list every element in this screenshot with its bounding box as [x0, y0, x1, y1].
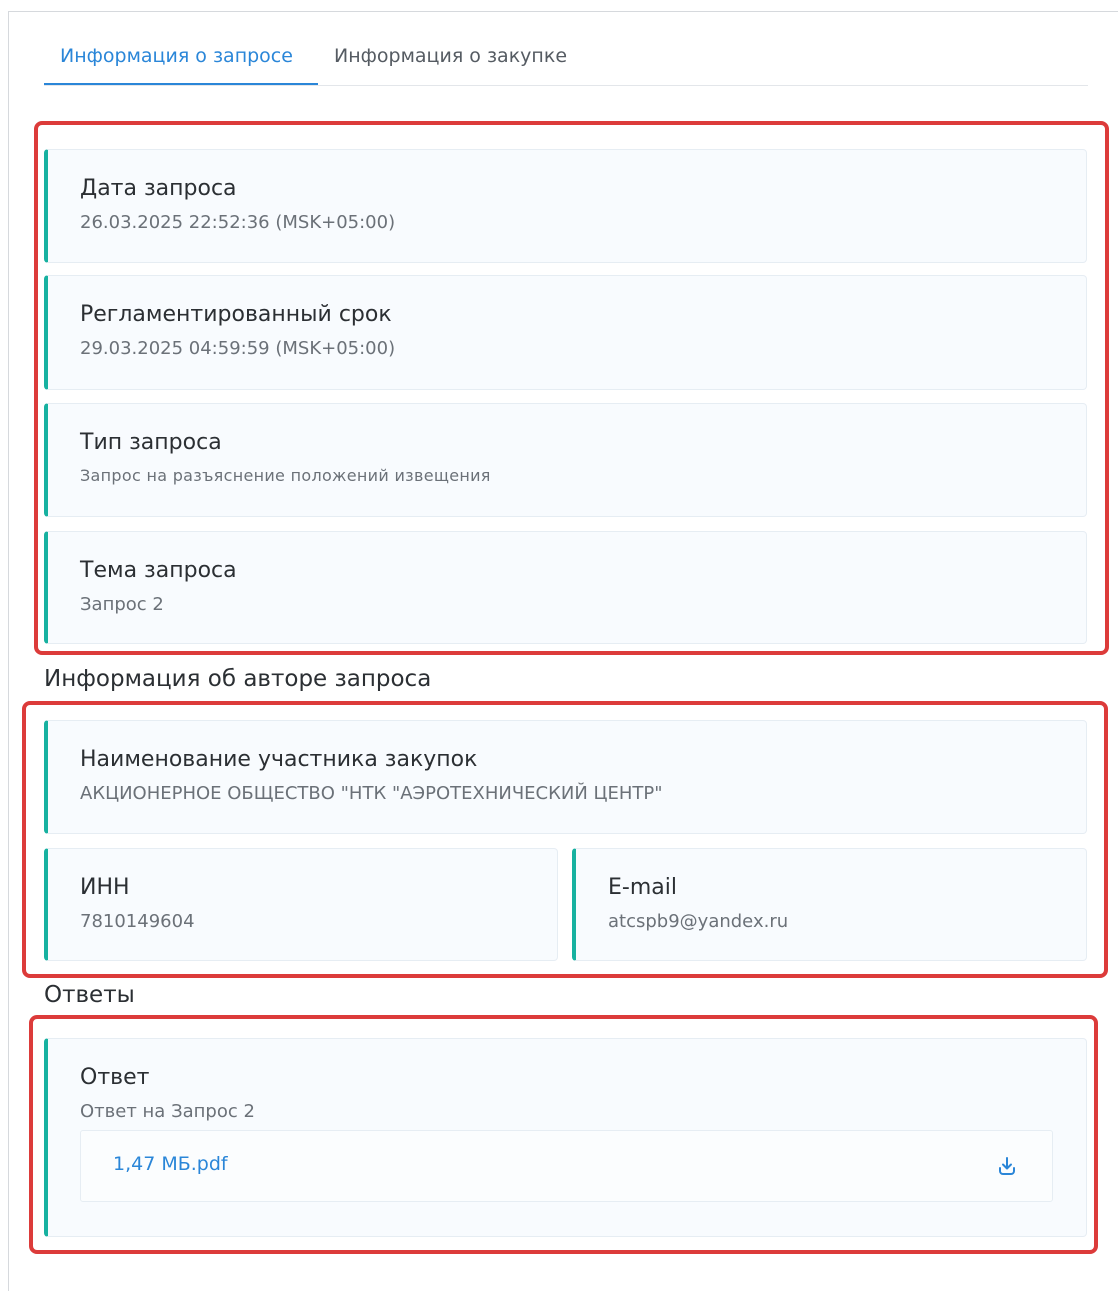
section-title-answers: Ответы — [44, 982, 135, 1008]
card-request-deadline: Регламентированный срок 29.03.2025 04:59… — [44, 275, 1087, 390]
section-title-author: Информация об авторе запроса — [44, 666, 432, 692]
card-label: ИНН — [80, 875, 130, 900]
tab-purchase-info[interactable]: Информация о закупке — [318, 36, 583, 85]
card-value: АКЦИОНЕРНОЕ ОБЩЕСТВО "НТК "АЭРОТЕХНИЧЕСК… — [80, 783, 663, 804]
card-value: 26.03.2025 22:52:36 (MSK+05:00) — [80, 212, 396, 233]
card-label: Тема запроса — [80, 558, 237, 583]
card-label: Наименование участника закупок — [80, 747, 478, 772]
card-label: Дата запроса — [80, 176, 237, 201]
card-value: atcspb9@yandex.ru — [608, 911, 789, 932]
card-label: Ответ — [80, 1065, 150, 1090]
download-icon[interactable] — [996, 1155, 1018, 1177]
card-value: 29.03.2025 04:59:59 (MSK+05:00) — [80, 338, 396, 359]
card-value: 7810149604 — [80, 911, 195, 932]
card-request-date: Дата запроса 26.03.2025 22:52:36 (MSK+05… — [44, 149, 1087, 263]
card-label: E-mail — [608, 875, 677, 900]
attachment-link[interactable]: 1,47 МБ.pdf — [113, 1153, 228, 1175]
card-email: E-mail atcspb9@yandex.ru — [572, 848, 1087, 961]
card-participant-name: Наименование участника закупок АКЦИОНЕРН… — [44, 720, 1087, 834]
card-value: Ответ на Запрос 2 — [80, 1101, 255, 1122]
card-label: Тип запроса — [80, 430, 222, 455]
card-request-subject: Тема запроса Запрос 2 — [44, 531, 1087, 644]
card-value: Запрос на разъяснение положений извещени… — [80, 466, 491, 485]
tab-bar: Информация о запросе Информация о закупк… — [44, 36, 1088, 86]
card-request-type: Тип запроса Запрос на разъяснение положе… — [44, 403, 1087, 517]
tab-request-info[interactable]: Информация о запросе — [44, 36, 318, 85]
card-value: Запрос 2 — [80, 594, 164, 615]
card-label: Регламентированный срок — [80, 302, 392, 327]
card-inn: ИНН 7810149604 — [44, 848, 558, 961]
attachment-row: 1,47 МБ.pdf — [80, 1130, 1053, 1202]
card-answer: Ответ Ответ на Запрос 2 1,47 МБ.pdf — [44, 1038, 1087, 1237]
